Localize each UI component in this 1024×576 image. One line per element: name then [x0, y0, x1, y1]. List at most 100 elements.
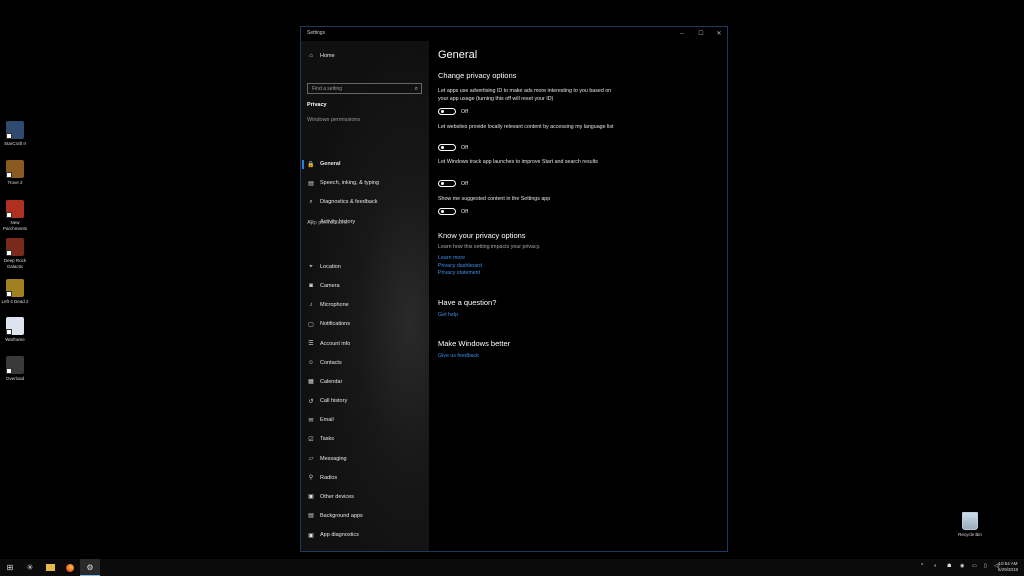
learn-more-link[interactable]: Learn more: [438, 255, 465, 261]
sidebar-item-speech-inking-typing[interactable]: ▤ Speech, inking, & typing: [307, 176, 425, 190]
privacy-option-text: Let apps use advertising ID to make ads …: [438, 88, 612, 102]
sidebar-item-radios[interactable]: ⚲ Radios: [307, 471, 425, 485]
tray-icon[interactable]: ☗: [947, 563, 951, 569]
background-apps-icon: ▤: [308, 513, 314, 520]
left-4-dead-2-app-icon: [6, 279, 24, 297]
category-title: Privacy: [307, 102, 327, 108]
sidebar-item-background-apps[interactable]: ▤ Background apps: [307, 509, 425, 523]
lock-icon: 🔒: [307, 161, 315, 168]
desktop-shortcut-label: New Parchments: [2, 220, 27, 231]
sidebar-item-notifications[interactable]: ▢ Notifications: [307, 317, 425, 331]
privacy-option-toggle[interactable]: [438, 144, 456, 151]
settings-window: Settings – ☐ ✕ ⌂ Home Find a setting ⌕ P…: [300, 26, 728, 552]
sidebar-item-tasks[interactable]: ☑ Tasks: [307, 432, 425, 446]
cortana-icon: ✳: [26, 563, 34, 572]
desktop-shortcut-new-parchments[interactable]: New Parchments: [0, 200, 30, 231]
start-button[interactable]: ⊞: [0, 559, 20, 576]
recycle-bin-shortcut[interactable]: Recycle Bin: [955, 512, 985, 537]
sidebar-item-call-history[interactable]: ↺ Call history: [307, 394, 425, 408]
give-feedback-link[interactable]: Give us feedback: [438, 353, 479, 359]
windows-permissions-header: Windows permissions: [307, 117, 361, 123]
recycle-bin-icon: [962, 512, 978, 530]
sidebar-item-label: Messaging: [320, 455, 347, 462]
desktop-shortcut-trove-2[interactable]: Trove 2: [0, 160, 30, 186]
desktop-shortcut-left-4-dead-2[interactable]: Left 4 Dead 2: [0, 279, 30, 305]
tray-icon[interactable]: ▭: [972, 563, 977, 569]
home-nav-item[interactable]: ⌂ Home: [307, 49, 425, 63]
shortcut-arrow-icon: [6, 172, 12, 178]
notifications-icon: ▢: [308, 321, 314, 328]
sidebar-item-label: Diagnostics & feedback: [320, 199, 378, 206]
sidebar-item-location[interactable]: ⌖ Location: [307, 260, 425, 274]
shortcut-arrow-icon: [6, 250, 12, 256]
sidebar-item-app-diagnostics[interactable]: ▣ App diagnostics: [307, 528, 425, 542]
desktop-shortcut-starcraft-ii[interactable]: StarCraft II: [0, 121, 30, 147]
desktop-shortcut-deep-rock-galactic[interactable]: Deep Rock Galactic: [0, 238, 30, 269]
toggle-knob: [441, 110, 444, 113]
toggle-state-label: Off: [461, 145, 468, 151]
privacy-option-toggle[interactable]: [438, 180, 456, 187]
sidebar-item-email[interactable]: ✉ Email: [307, 413, 425, 427]
camera-icon: ◙: [309, 283, 313, 290]
tray-icon[interactable]: ◉: [960, 563, 964, 569]
new-parchments-app-icon: [6, 200, 24, 218]
tray-icon[interactable]: ▯: [984, 563, 987, 569]
get-help-link[interactable]: Get help: [438, 312, 458, 318]
sidebar-item-diagnostics-feedback[interactable]: ⌕ Diagnostics & feedback: [307, 195, 425, 209]
account-info-icon: ☰: [308, 341, 314, 348]
sidebar-item-label: Contacts: [320, 359, 342, 366]
close-button[interactable]: ✕: [712, 29, 726, 39]
clock[interactable]: 10:54 AM 6/29/2018: [998, 561, 1018, 573]
search-icon: ⌕: [414, 86, 418, 92]
other-devices-icon: ▣: [308, 494, 314, 501]
sidebar-item-account-info[interactable]: ☰ Account info: [307, 337, 425, 351]
desktop-shortcut-label: Overload: [5, 376, 25, 381]
sidebar-item-label: Microphone: [320, 302, 349, 309]
sidebar-item-other-devices[interactable]: ▣ Other devices: [307, 490, 425, 504]
deep-rock-galactic-app-icon: [6, 238, 24, 256]
selection-indicator: [302, 159, 304, 169]
cortana-button[interactable]: ✳: [20, 559, 40, 576]
firefox-button[interactable]: [60, 559, 80, 576]
warframe-app-icon: [6, 317, 24, 335]
shortcut-arrow-icon: [6, 291, 12, 297]
file-explorer-button[interactable]: [40, 559, 60, 576]
change-privacy-header: Change privacy options: [438, 71, 517, 80]
tray-icon[interactable]: ^: [921, 563, 923, 569]
sidebar-item-label: Automatic file downloads: [320, 551, 381, 552]
sidebar-item-general[interactable]: 🔒 General: [307, 157, 425, 171]
email-icon: ✉: [308, 417, 314, 424]
app-permissions-header: App permissions: [307, 220, 348, 226]
firefox-icon: [66, 563, 74, 572]
toggle-state-label: Off: [461, 109, 468, 115]
sidebar-item-automatic-file-downloads[interactable]: ▭ Automatic file downloads: [307, 547, 425, 552]
privacy-option-text: Let websites provide locally relevant co…: [438, 124, 614, 130]
trove-2-app-icon: [6, 160, 24, 178]
privacy-option-toggle[interactable]: [438, 108, 456, 115]
sidebar-item-contacts[interactable]: ☺ Contacts: [307, 356, 425, 370]
contacts-icon: ☺: [307, 359, 315, 366]
sidebar-item-label: App diagnostics: [320, 532, 359, 539]
settings-taskbar-button[interactable]: ⚙: [80, 559, 100, 576]
title-bar[interactable]: Settings – ☐ ✕: [301, 27, 727, 41]
shortcut-arrow-icon: [6, 212, 12, 218]
sidebar-item-calendar[interactable]: ▦ Calendar: [307, 375, 425, 389]
sidebar-item-label: Tasks: [320, 436, 335, 443]
maximize-button[interactable]: ☐: [694, 29, 708, 39]
privacy-dashboard-link[interactable]: Privacy dashboard: [438, 263, 482, 269]
tray-icon[interactable]: ◐: [934, 563, 937, 569]
sidebar-item-label: Calendar: [320, 378, 343, 385]
search-input[interactable]: Find a setting ⌕: [307, 83, 422, 94]
desktop-shortcut-warframe[interactable]: Warframe: [0, 317, 30, 343]
question-header: Have a question?: [438, 298, 497, 307]
desktop-shortcut-overload[interactable]: Overload: [0, 356, 30, 382]
privacy-option-toggle[interactable]: [438, 208, 456, 215]
gear-icon: ⚙: [86, 562, 94, 572]
sidebar-item-messaging[interactable]: ▱ Messaging: [307, 452, 425, 466]
toggle-knob: [441, 182, 444, 185]
minimize-button[interactable]: –: [675, 29, 689, 39]
privacy-statement-link[interactable]: Privacy statement: [438, 270, 480, 276]
sidebar-item-camera[interactable]: ◙ Camera: [307, 279, 425, 293]
toggle-knob: [441, 210, 444, 213]
sidebar-item-microphone[interactable]: ♪ Microphone: [307, 298, 425, 312]
